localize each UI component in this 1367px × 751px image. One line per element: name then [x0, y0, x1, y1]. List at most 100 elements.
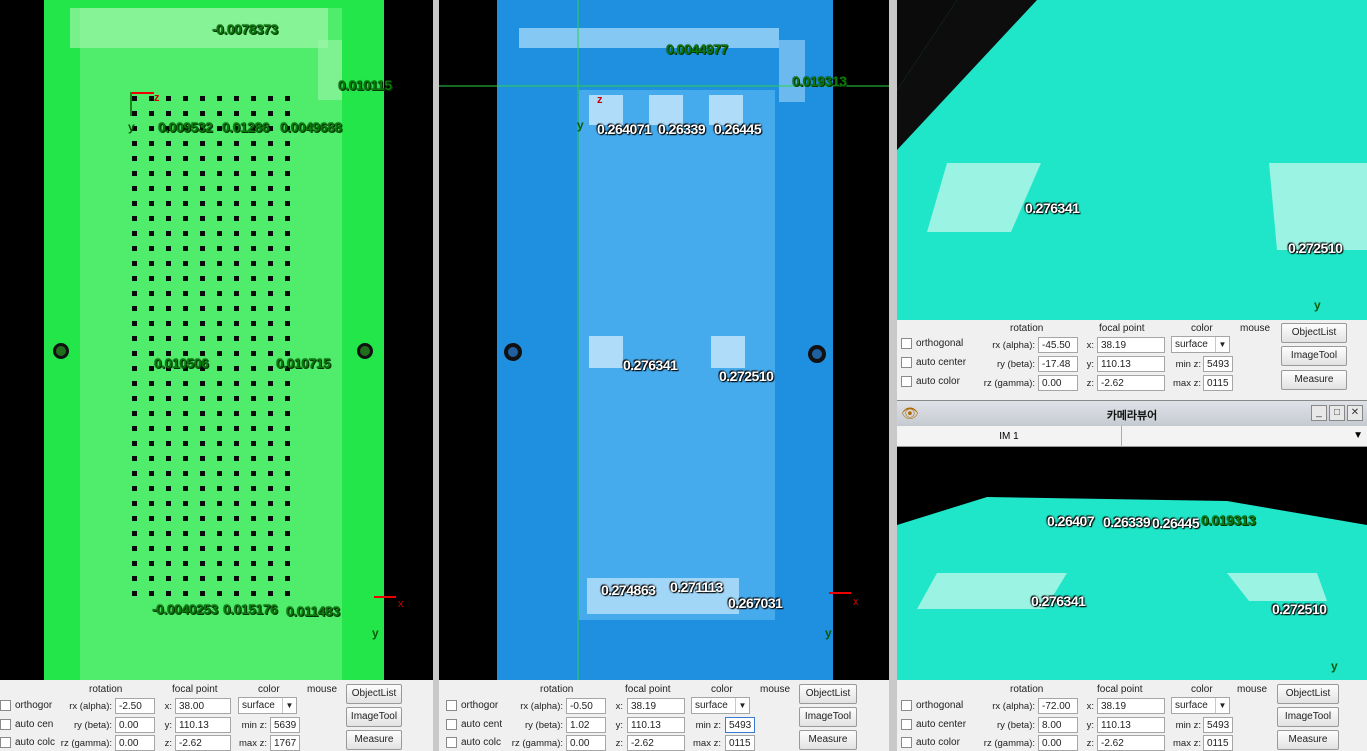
focal-x-input[interactable]: 38.00: [175, 698, 231, 714]
checkbox-box[interactable]: [901, 700, 912, 711]
max-z-input[interactable]: 0115: [1203, 735, 1233, 751]
divider[interactable]: [889, 0, 897, 751]
grid-marker: [149, 231, 154, 236]
max-z-input[interactable]: 1767: [270, 735, 300, 751]
focal-y-input[interactable]: 110.13: [175, 717, 231, 733]
rz-input[interactable]: 0.00: [115, 735, 155, 751]
axis-z-label: z: [597, 94, 603, 106]
color-mode-select[interactable]: surface ▼: [238, 697, 297, 714]
orthogonal-checkbox[interactable]: orthogonal: [901, 700, 963, 711]
checkbox-box[interactable]: [0, 719, 11, 730]
value-label: 0.010715: [276, 355, 331, 371]
ry-input[interactable]: 1.02: [566, 717, 606, 733]
grid-marker: [166, 516, 171, 521]
grid-marker: [166, 306, 171, 311]
rz-input[interactable]: 0.00: [566, 735, 606, 751]
checkbox-box[interactable]: [901, 357, 912, 368]
orthogonal-checkbox[interactable]: orthogonal: [901, 338, 963, 349]
ry-input[interactable]: 8.00: [1038, 717, 1078, 733]
view-b-blue-cloud[interactable]: 0.0044977 0.019313 0.264071 0.26339 0.26…: [439, 0, 889, 680]
checkbox-box[interactable]: [901, 376, 912, 387]
focal-z-input[interactable]: -2.62: [175, 735, 231, 751]
focal-x-input[interactable]: 38.19: [627, 698, 685, 714]
image-tool-button[interactable]: ImageTool: [1277, 707, 1339, 727]
rz-input[interactable]: 0.00: [1038, 735, 1078, 751]
focal-z-input[interactable]: -2.62: [1097, 375, 1165, 391]
auto-color-checkbox[interactable]: auto colc: [0, 737, 55, 748]
orthogonal-checkbox[interactable]: orthogor: [0, 700, 52, 711]
focal-y-input[interactable]: 110.13: [1097, 356, 1165, 372]
grid-marker: [251, 186, 256, 191]
color-mode-select[interactable]: surface ▼: [691, 697, 750, 714]
rz-input[interactable]: 0.00: [1038, 375, 1078, 391]
tab-im-1[interactable]: IM 1: [897, 426, 1122, 447]
image-tool-button[interactable]: ImageTool: [1281, 346, 1347, 366]
measure-button[interactable]: Measure: [346, 730, 402, 750]
auto-center-checkbox[interactable]: auto center: [901, 357, 966, 368]
auto-center-checkbox[interactable]: auto cent: [446, 719, 502, 730]
checkbox-box[interactable]: [901, 338, 912, 349]
checkbox-box[interactable]: [446, 719, 457, 730]
checkbox-box[interactable]: [446, 737, 457, 748]
object-list-button[interactable]: ObjectList: [346, 684, 402, 704]
image-tool-button[interactable]: ImageTool: [799, 707, 857, 727]
measure-button[interactable]: Measure: [1281, 370, 1347, 390]
checkbox-box[interactable]: [901, 737, 912, 748]
auto-center-checkbox[interactable]: auto center: [901, 719, 966, 730]
focal-z-input[interactable]: -2.62: [1097, 735, 1165, 751]
rx-input[interactable]: -45.50: [1038, 337, 1078, 353]
image-tool-button[interactable]: ImageTool: [346, 707, 402, 727]
grid-marker: [285, 321, 290, 326]
auto-color-checkbox[interactable]: auto color: [901, 737, 960, 748]
auto-color-checkbox[interactable]: auto color: [901, 376, 960, 387]
grid-marker: [183, 336, 188, 341]
control-panel-d: orthogonal auto center auto color rotati…: [897, 680, 1367, 751]
view-a-canvas[interactable]: [0, 0, 433, 680]
color-mode-select[interactable]: surface ▼: [1171, 697, 1230, 714]
focal-x-input[interactable]: 38.19: [1097, 698, 1165, 714]
ry-input[interactable]: 0.00: [115, 717, 155, 733]
focal-y-input[interactable]: 110.13: [627, 717, 685, 733]
checkbox-box[interactable]: [0, 700, 11, 711]
value-label: 0.276341: [1031, 593, 1086, 609]
min-z-input[interactable]: 5493: [725, 717, 755, 733]
focal-x-label: x:: [164, 701, 172, 712]
checkbox-box[interactable]: [901, 719, 912, 730]
min-z-input[interactable]: 5639: [270, 717, 300, 733]
measure-button[interactable]: Measure: [799, 730, 857, 750]
object-list-button[interactable]: ObjectList: [799, 684, 857, 704]
minimize-button[interactable]: _: [1311, 405, 1327, 421]
rx-input[interactable]: -72.00: [1038, 698, 1078, 714]
min-z-input[interactable]: 5493: [1203, 717, 1233, 733]
focal-z-input[interactable]: -2.62: [627, 735, 685, 751]
grid-marker: [166, 171, 171, 176]
view-d-canvas[interactable]: [897, 447, 1367, 680]
max-z-input[interactable]: 0115: [725, 735, 755, 751]
focal-y-input[interactable]: 110.13: [1097, 717, 1165, 733]
view-a-green-cloud[interactable]: -0.0078373 0.010115 0.009532 0.01286 0.0…: [0, 0, 433, 680]
grid-marker: [132, 576, 137, 581]
rx-input[interactable]: -2.50: [115, 698, 155, 714]
camera-viewer-titlebar[interactable]: 👁 카메라뷰어 _ □ ✕: [897, 400, 1367, 426]
orthogonal-checkbox[interactable]: orthogor: [446, 700, 498, 711]
rx-input[interactable]: -0.50: [566, 698, 606, 714]
ry-input[interactable]: -17.48: [1038, 356, 1078, 372]
min-z-input[interactable]: 5493: [1203, 356, 1233, 372]
color-mode-select[interactable]: surface ▼: [1171, 336, 1230, 353]
object-list-button[interactable]: ObjectList: [1277, 684, 1339, 704]
maximize-button[interactable]: □: [1329, 405, 1345, 421]
auto-center-checkbox[interactable]: auto cen: [0, 719, 53, 730]
close-button[interactable]: ✕: [1347, 405, 1363, 421]
view-d-perspective-cloud[interactable]: 0.26407 0.26339 0.26445 0.019313 0.27634…: [897, 447, 1367, 680]
max-z-input[interactable]: 0115: [1203, 375, 1233, 391]
focal-x-input[interactable]: 38.19: [1097, 337, 1165, 353]
view-c-perspective-cloud[interactable]: 0.276341 0.272510 y: [897, 0, 1367, 320]
tab-menu-icon[interactable]: ▼: [1353, 430, 1363, 441]
focal-x-label: x:: [1086, 701, 1094, 712]
checkbox-box[interactable]: [446, 700, 457, 711]
measure-button[interactable]: Measure: [1277, 730, 1339, 750]
checkbox-box[interactable]: [0, 737, 11, 748]
auto-color-checkbox[interactable]: auto colc: [446, 737, 501, 748]
view-c-canvas[interactable]: [897, 0, 1367, 320]
object-list-button[interactable]: ObjectList: [1281, 323, 1347, 343]
